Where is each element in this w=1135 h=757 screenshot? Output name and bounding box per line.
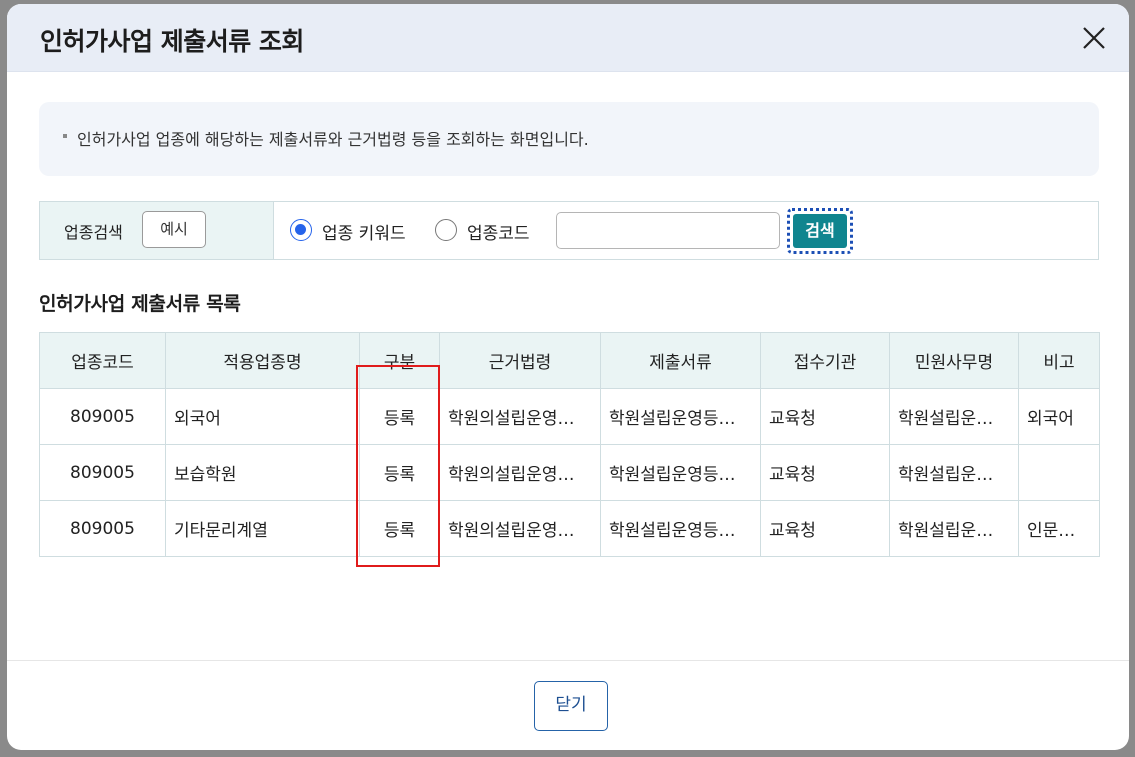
search-label: 업종검색 — [64, 223, 123, 242]
column-header: 민원사무명 — [889, 332, 1019, 389]
cell-agency: 교육청 — [760, 500, 890, 557]
cell-industry-name: 외국어 — [165, 388, 360, 445]
column-header: 구분 — [359, 332, 440, 389]
cell-civil-affair: 학원설립운… — [889, 444, 1019, 501]
close-button[interactable]: 닫기 — [534, 681, 608, 731]
column-header: 적용업종명 — [165, 332, 360, 389]
example-button[interactable]: 예시 — [142, 211, 206, 248]
radio-industry-keyword[interactable] — [290, 219, 312, 241]
cell-industry-name: 보습학원 — [165, 444, 360, 501]
cell-civil-affair: 학원설립운… — [889, 388, 1019, 445]
radio-industry-keyword-label[interactable]: 업종 키워드 — [322, 219, 406, 244]
list-title: 인허가사업 제출서류 목록 — [39, 293, 241, 315]
cell-note — [1018, 444, 1100, 501]
cell-type: 등록 — [359, 444, 440, 501]
column-header: 근거법령 — [439, 332, 601, 389]
bullet-icon — [63, 134, 67, 138]
info-box: 인허가사업 업종에 해당하는 제출서류와 근거법령 등을 조회하는 화면입니다. — [39, 102, 1099, 176]
cell-note: 외국어 — [1018, 388, 1100, 445]
column-header: 제출서류 — [600, 332, 761, 389]
cell-law: 학원의설립운영… — [439, 388, 601, 445]
modal-header: 인허가사업 제출서류 조회 — [7, 4, 1129, 72]
footer-divider — [7, 660, 1129, 661]
cell-civil-affair: 학원설립운… — [889, 500, 1019, 557]
cell-code: 809005 — [39, 388, 166, 445]
cell-agency: 교육청 — [760, 444, 890, 501]
table-header-row: 업종코드 적용업종명 구분 근거법령 제출서류 접수기관 민원사무명 비고 — [39, 332, 1100, 389]
cell-documents: 학원설립운영등… — [600, 444, 761, 501]
cell-documents: 학원설립운영등… — [600, 500, 761, 557]
search-button-focus-ring: 검색 — [787, 208, 853, 254]
radio-industry-code[interactable] — [435, 219, 457, 241]
cell-law: 학원의설립운영… — [439, 444, 601, 501]
cell-code: 809005 — [39, 500, 166, 557]
close-icon[interactable] — [1079, 23, 1109, 53]
column-header: 접수기관 — [760, 332, 890, 389]
search-label-cell: 업종검색 예시 — [40, 202, 274, 259]
cell-note: 인문… — [1018, 500, 1100, 557]
cell-law: 학원의설립운영… — [439, 500, 601, 557]
cell-documents: 학원설립운영등… — [600, 388, 761, 445]
info-text: 인허가사업 업종에 해당하는 제출서류와 근거법령 등을 조회하는 화면입니다. — [77, 130, 589, 149]
table-row[interactable]: 809005 기타문리계열 등록 학원의설립운영… 학원설립운영등… 교육청 학… — [39, 500, 1100, 557]
table-row[interactable]: 809005 외국어 등록 학원의설립운영… 학원설립운영등… 교육청 학원설립… — [39, 388, 1100, 445]
search-button[interactable]: 검색 — [793, 214, 847, 248]
cell-type: 등록 — [359, 500, 440, 557]
search-input[interactable] — [556, 212, 780, 249]
cell-agency: 교육청 — [760, 388, 890, 445]
document-table: 업종코드 적용업종명 구분 근거법령 제출서류 접수기관 민원사무명 비고 80… — [39, 332, 1100, 557]
column-header: 업종코드 — [39, 332, 166, 389]
modal-dialog: 인허가사업 제출서류 조회 인허가사업 업종에 해당하는 제출서류와 근거법령 … — [7, 4, 1129, 750]
search-panel: 업종검색 예시 업종 키워드 업종코드 검색 — [39, 201, 1099, 260]
cell-type: 등록 — [359, 388, 440, 445]
modal-title: 인허가사업 제출서류 조회 — [40, 27, 304, 56]
cell-code: 809005 — [39, 444, 166, 501]
table-row[interactable]: 809005 보습학원 등록 학원의설립운영… 학원설립운영등… 교육청 학원설… — [39, 444, 1100, 501]
column-header: 비고 — [1018, 332, 1100, 389]
cell-industry-name: 기타문리계열 — [165, 500, 360, 557]
radio-industry-code-label[interactable]: 업종코드 — [467, 219, 530, 244]
